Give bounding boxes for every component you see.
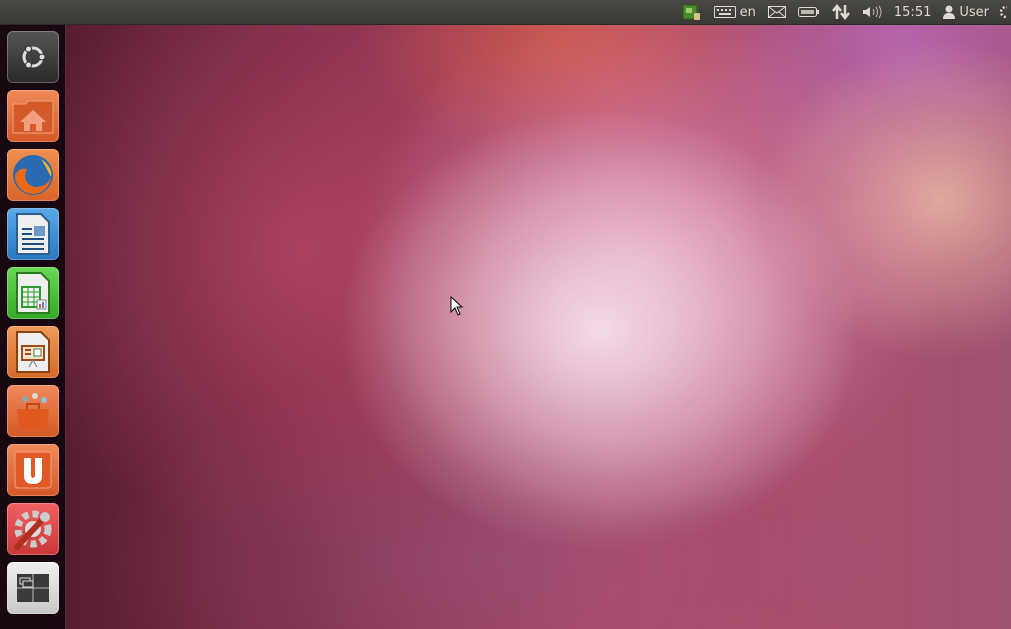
- launcher-item-software-center[interactable]: [7, 385, 59, 437]
- launcher-item-home-folder[interactable]: [7, 90, 59, 142]
- sound-indicator[interactable]: [856, 0, 888, 25]
- mouse-pointer-icon: [450, 296, 464, 316]
- user-icon: [943, 5, 956, 19]
- gear-icon: [999, 5, 1007, 19]
- up-down-arrows-icon: [831, 4, 850, 20]
- launcher-item-workspace-switcher[interactable]: [7, 562, 59, 614]
- home-folder-icon: [12, 100, 54, 134]
- envelope-icon: [767, 6, 786, 18]
- battery-icon: [797, 7, 819, 17]
- settings-wrench-icon: [14, 510, 52, 550]
- network-activity-indicator[interactable]: [826, 0, 856, 25]
- launcher: [0, 25, 66, 629]
- network-indicator[interactable]: [676, 0, 708, 25]
- user-name: User: [959, 4, 989, 20]
- clock-time: 15:51: [893, 4, 932, 20]
- network-card-icon: [682, 4, 700, 20]
- session-menu[interactable]: [995, 0, 1007, 25]
- shopping-bag-icon: [17, 393, 49, 429]
- keyboard-icon: [713, 6, 736, 18]
- workspaces-icon: [17, 574, 49, 602]
- top-panel: en 15:51 User: [0, 0, 1011, 25]
- launcher-item-libreoffice-calc[interactable]: [7, 267, 59, 319]
- firefox-icon: [13, 155, 53, 195]
- ubuntu-logo-icon: [22, 45, 46, 69]
- battery-indicator[interactable]: [792, 0, 826, 25]
- calc-spreadsheet-icon: [16, 272, 50, 314]
- keyboard-indicator[interactable]: en: [708, 0, 762, 25]
- launcher-item-dash[interactable]: [7, 31, 59, 83]
- messaging-indicator[interactable]: [762, 0, 792, 25]
- launcher-item-firefox[interactable]: [7, 149, 59, 201]
- desktop-wallpaper[interactable]: [0, 0, 1011, 629]
- clock[interactable]: 15:51: [888, 0, 937, 25]
- launcher-item-libreoffice-writer[interactable]: [7, 208, 59, 260]
- volume-icon: [862, 5, 882, 19]
- launcher-item-ubuntu-one[interactable]: [7, 444, 59, 496]
- ubuntu-one-icon: [14, 451, 52, 489]
- impress-presentation-icon: [16, 331, 50, 373]
- user-menu[interactable]: User: [937, 0, 995, 25]
- keyboard-layout-label: en: [739, 4, 756, 20]
- writer-document-icon: [16, 213, 50, 255]
- launcher-item-libreoffice-impress[interactable]: [7, 326, 59, 378]
- launcher-item-system-settings[interactable]: [7, 503, 59, 555]
